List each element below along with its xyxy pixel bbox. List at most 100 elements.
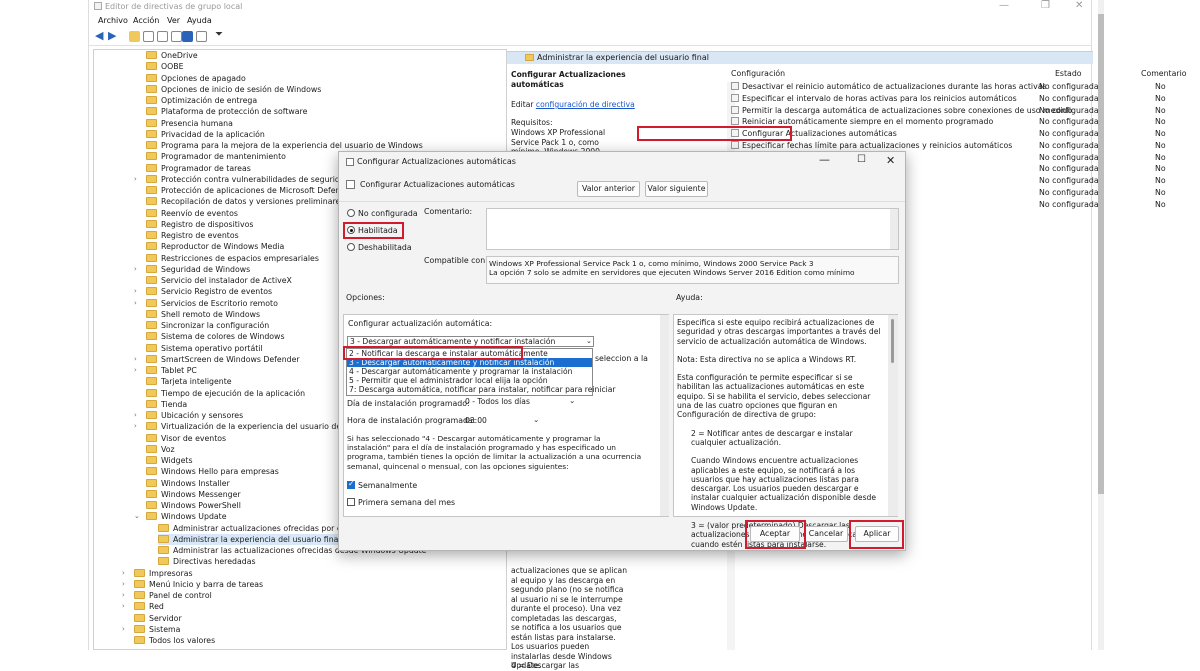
maximize-icon[interactable]: ❐: [1041, 0, 1050, 11]
chevron-right-icon[interactable]: ›: [134, 298, 137, 309]
tree-item[interactable]: Privacidad de la aplicación: [146, 129, 265, 140]
tree-item[interactable]: Reproductor de Windows Media: [146, 241, 284, 252]
tree-item[interactable]: Directivas heredadas: [158, 556, 256, 567]
tree-item[interactable]: Registro de eventos: [146, 230, 239, 241]
tree-item[interactable]: Shell remoto de Windows: [146, 309, 260, 320]
chevron-right-icon[interactable]: ›: [122, 624, 125, 635]
tree-item[interactable]: Windows Messenger: [146, 489, 241, 500]
chevron-right-icon[interactable]: ›: [134, 354, 137, 365]
col-comment[interactable]: Comentario: [1141, 69, 1187, 78]
tree-item[interactable]: OneDrive: [146, 50, 198, 61]
forward-arrow-icon[interactable]: ▶: [108, 29, 119, 42]
help-scrollbar[interactable]: [888, 315, 898, 516]
setting-row[interactable]: Permitir la descarga automática de actua…: [731, 105, 1181, 117]
dropdown-option-5[interactable]: 5 - Permitir que el administrador local …: [347, 376, 592, 385]
tree-item[interactable]: › Servicio Registro de eventos: [134, 286, 272, 297]
tree-item[interactable]: Windows Hello para empresas: [146, 466, 279, 477]
tree-item[interactable]: Protección de aplicaciones de Microsoft …: [146, 185, 353, 196]
tree-item[interactable]: Recopilación de datos y versiones prelim…: [146, 196, 344, 207]
tree-item[interactable]: Servidor: [134, 613, 182, 624]
hour-select[interactable]: 03:00 ⌄: [465, 415, 541, 427]
chevron-right-icon[interactable]: ›: [134, 174, 137, 185]
radio-disabled[interactable]: Deshabilitada: [347, 243, 412, 252]
tree-item[interactable]: › Sistema: [122, 624, 180, 635]
tree-item[interactable]: Windows PowerShell: [146, 500, 241, 511]
tree-item[interactable]: Servicio del instalador de ActiveX: [146, 275, 292, 286]
tree-item[interactable]: ⌄ Windows Update: [134, 511, 227, 522]
chevron-right-icon[interactable]: ›: [122, 579, 125, 590]
dropdown-option-7[interactable]: 7: Descarga automática, notificar para i…: [347, 385, 616, 394]
tree-item[interactable]: Reenvío de eventos: [146, 208, 238, 219]
chevron-right-icon[interactable]: ›: [134, 264, 137, 275]
show-tree-icon[interactable]: [143, 31, 154, 42]
export-icon[interactable]: [171, 31, 182, 42]
tree-item[interactable]: Widgets: [146, 455, 193, 466]
tree-item[interactable]: Voz: [146, 444, 175, 455]
dialog-maximize-icon[interactable]: ☐: [857, 154, 866, 165]
folder-up-icon[interactable]: [129, 31, 140, 42]
properties-icon[interactable]: [157, 31, 168, 42]
tree-item[interactable]: Sincronizar la configuración: [146, 320, 269, 331]
chevron-right-icon[interactable]: ›: [122, 590, 125, 601]
tree-item[interactable]: Tienda: [146, 399, 187, 410]
edit-policy-link[interactable]: configuración de directiva: [536, 100, 635, 109]
minimize-icon[interactable]: —: [999, 0, 1009, 11]
dialog-minimize-icon[interactable]: —: [819, 153, 830, 166]
menu-accion[interactable]: Acción: [133, 16, 159, 25]
tree-item[interactable]: Opciones de inicio de sesión de Windows: [146, 84, 321, 95]
setting-row[interactable]: Especificar el intervalo de horas activa…: [731, 93, 1181, 105]
chevron-right-icon[interactable]: ›: [134, 410, 137, 421]
tree-item[interactable]: Tiempo de ejecución de la aplicación: [146, 388, 305, 399]
comment-textarea[interactable]: [486, 208, 899, 250]
menu-ver[interactable]: Ver: [167, 16, 180, 25]
tree-item[interactable]: Programador de tareas: [146, 163, 251, 174]
tree-item[interactable]: Administrar la experiencia del usuario f…: [158, 533, 341, 545]
chevron-right-icon[interactable]: ›: [134, 421, 137, 432]
tree-item[interactable]: Visor de eventos: [146, 433, 226, 444]
chevron-right-icon[interactable]: ›: [122, 601, 125, 612]
dropdown-option-4[interactable]: 4 - Descargar automáticamente y programa…: [347, 367, 592, 376]
firstweek-checkbox[interactable]: Primera semana del mes: [347, 498, 455, 507]
next-setting-button[interactable]: Valor siguiente: [645, 181, 708, 197]
tree-item[interactable]: › Tablet PC: [134, 365, 197, 376]
tree-item[interactable]: Windows Installer: [146, 478, 230, 489]
setting-row[interactable]: Reiniciar automáticamente siempre en el …: [731, 116, 1181, 128]
comment-scrollbar[interactable]: [890, 209, 898, 249]
radio-not-configured[interactable]: No configurada: [347, 209, 418, 218]
cancel-button[interactable]: Cancelar: [804, 526, 848, 542]
tree-item[interactable]: › Seguridad de Windows: [134, 264, 250, 275]
chevron-down-icon[interactable]: ⌄: [134, 511, 140, 522]
tree-item[interactable]: › Ubicación y sensores: [134, 410, 243, 421]
tree-item[interactable]: Tarjeta inteligente: [146, 376, 232, 387]
chevron-right-icon[interactable]: ›: [134, 286, 137, 297]
menu-archivo[interactable]: Archivo: [98, 16, 128, 25]
day-select[interactable]: 0 - Todos los días ⌄: [465, 396, 577, 408]
tree-item[interactable]: › Panel de control: [122, 590, 212, 601]
setting-row[interactable]: Desactivar el reinicio automático de act…: [731, 81, 1181, 93]
back-arrow-icon[interactable]: ◀: [95, 29, 106, 42]
tree-item[interactable]: Opciones de apagado: [146, 73, 246, 84]
tree-item[interactable]: › Red: [122, 601, 164, 612]
tree-item[interactable]: Sistema de colores de Windows: [146, 331, 285, 342]
page-scrollbar-thumb[interactable]: [1098, 14, 1104, 494]
col-config[interactable]: Configuración: [731, 69, 785, 78]
tree-item[interactable]: Sistema operativo portátil: [146, 343, 263, 354]
weekly-checkbox[interactable]: Semanalmente: [347, 479, 417, 490]
options-scrollbar[interactable]: [660, 315, 669, 516]
tree-item[interactable]: › SmartScreen de Windows Defender: [134, 354, 300, 365]
tree-item[interactable]: › Servicios de Escritorio remoto: [134, 298, 278, 309]
view-icon[interactable]: [196, 31, 207, 42]
prev-setting-button[interactable]: Valor anterior: [577, 181, 640, 197]
tree-item[interactable]: › Impresoras: [122, 568, 193, 579]
tree-item[interactable]: OOBE: [146, 61, 184, 72]
tree-item[interactable]: › Menú Inicio y barra de tareas: [122, 579, 263, 590]
menu-ayuda[interactable]: Ayuda: [187, 16, 212, 25]
tree-item[interactable]: Plataforma de protección de software: [146, 106, 307, 117]
setting-row[interactable]: Configurar Actualizaciones automáticas No…: [731, 128, 1181, 140]
tree-item[interactable]: Registro de dispositivos: [146, 219, 253, 230]
filter-icon[interactable]: ⏷: [215, 29, 226, 40]
help-icon[interactable]: [182, 31, 193, 42]
chevron-right-icon[interactable]: ›: [134, 365, 137, 376]
help-scrollbar-thumb[interactable]: [891, 319, 894, 363]
tree-item[interactable]: Programa para la mejora de la experienci…: [146, 140, 423, 151]
